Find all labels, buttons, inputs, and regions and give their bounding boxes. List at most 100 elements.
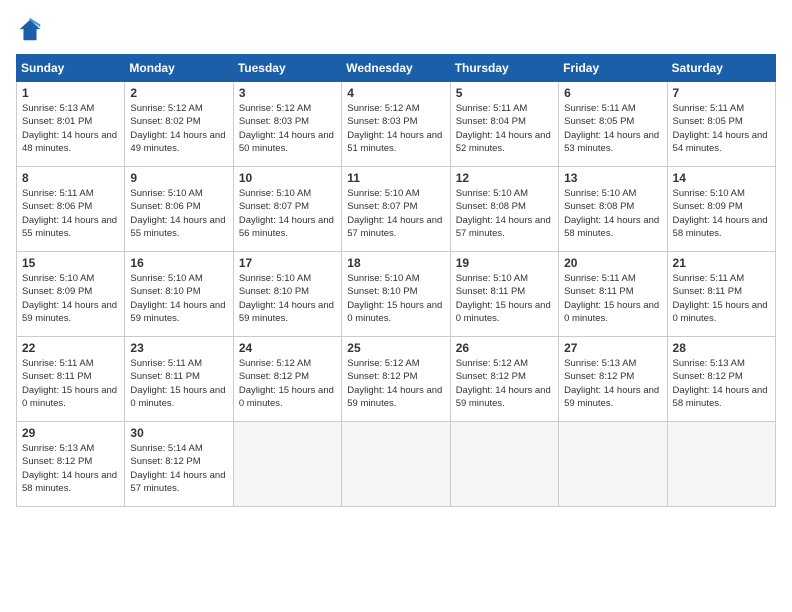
day-info: Sunrise: 5:12 AMSunset: 8:12 PMDaylight:…: [239, 357, 336, 410]
calendar-cell: 24 Sunrise: 5:12 AMSunset: 8:12 PMDayligh…: [233, 337, 341, 422]
calendar-cell: 17 Sunrise: 5:10 AMSunset: 8:10 PMDayligh…: [233, 252, 341, 337]
calendar-cell: 23Sunrise: 5:11 AMSunset: 8:11 PMDayligh…: [125, 337, 233, 422]
day-number: 7: [673, 86, 770, 100]
day-info: Sunrise: 5:10 AMSunset: 8:10 PMDaylight:…: [239, 272, 336, 325]
day-info: Sunrise: 5:10 AMSunset: 8:08 PMDaylight:…: [564, 187, 661, 240]
day-info: Sunrise: 5:10 AMSunset: 8:10 PMDaylight:…: [347, 272, 444, 325]
day-number: 10: [239, 171, 336, 185]
calendar-cell: 25Sunrise: 5:12 AMSunset: 8:12 PMDayligh…: [342, 337, 450, 422]
calendar-cell: 13 Sunrise: 5:10 AMSunset: 8:08 PMDayligh…: [559, 167, 667, 252]
day-info: Sunrise: 5:12 AMSunset: 8:03 PMDaylight:…: [239, 102, 336, 155]
calendar-cell: 5 Sunrise: 5:11 AMSunset: 8:04 PMDaylight…: [450, 82, 558, 167]
calendar-cell: [450, 422, 558, 507]
calendar-cell: 29 Sunrise: 5:13 AMSunset: 8:12 PMDayligh…: [17, 422, 125, 507]
day-number: 28: [673, 341, 770, 355]
calendar-cell: 30 Sunrise: 5:14 AMSunset: 8:12 PMDayligh…: [125, 422, 233, 507]
day-info: Sunrise: 5:11 AMSunset: 8:05 PMDaylight:…: [564, 102, 661, 155]
day-info: Sunrise: 5:10 AMSunset: 8:08 PMDaylight:…: [456, 187, 553, 240]
day-info: Sunrise: 5:13 AMSunset: 8:12 PMDaylight:…: [673, 357, 770, 410]
day-number: 24: [239, 341, 336, 355]
day-number: 25: [347, 341, 444, 355]
calendar-cell: 14Sunrise: 5:10 AMSunset: 8:09 PMDayligh…: [667, 167, 775, 252]
day-number: 17: [239, 256, 336, 270]
day-info: Sunrise: 5:13 AMSunset: 8:12 PMDaylight:…: [22, 442, 119, 495]
day-info: Sunrise: 5:10 AMSunset: 8:07 PMDaylight:…: [239, 187, 336, 240]
calendar-table: SundayMondayTuesdayWednesdayThursdayFrid…: [16, 54, 776, 507]
calendar-cell: 21 Sunrise: 5:11 AMSunset: 8:11 PMDayligh…: [667, 252, 775, 337]
day-info: Sunrise: 5:11 AMSunset: 8:11 PMDaylight:…: [673, 272, 770, 325]
day-number: 29: [22, 426, 119, 440]
day-info: Sunrise: 5:11 AMSunset: 8:04 PMDaylight:…: [456, 102, 553, 155]
calendar-cell: 12 Sunrise: 5:10 AMSunset: 8:08 PMDayligh…: [450, 167, 558, 252]
calendar-cell: 26 Sunrise: 5:12 AMSunset: 8:12 PMDayligh…: [450, 337, 558, 422]
calendar-cell: 7 Sunrise: 5:11 AMSunset: 8:05 PMDaylight…: [667, 82, 775, 167]
day-number: 2: [130, 86, 227, 100]
day-number: 18: [347, 256, 444, 270]
calendar-cell: [667, 422, 775, 507]
day-number: 4: [347, 86, 444, 100]
day-info: Sunrise: 5:10 AMSunset: 8:09 PMDaylight:…: [673, 187, 770, 240]
day-number: 16: [130, 256, 227, 270]
day-info: Sunrise: 5:12 AMSunset: 8:12 PMDaylight:…: [456, 357, 553, 410]
day-number: 15: [22, 256, 119, 270]
calendar-cell: 1 Sunrise: 5:13 AMSunset: 8:01 PMDaylight…: [17, 82, 125, 167]
day-number: 26: [456, 341, 553, 355]
day-number: 27: [564, 341, 661, 355]
calendar-cell: 9 Sunrise: 5:10 AMSunset: 8:06 PMDaylight…: [125, 167, 233, 252]
calendar-header-row: SundayMondayTuesdayWednesdayThursdayFrid…: [17, 55, 776, 82]
day-info: Sunrise: 5:12 AMSunset: 8:03 PMDaylight:…: [347, 102, 444, 155]
calendar-cell: 8 Sunrise: 5:11 AMSunset: 8:06 PMDaylight…: [17, 167, 125, 252]
calendar-cell: 20 Sunrise: 5:11 AMSunset: 8:11 PMDayligh…: [559, 252, 667, 337]
calendar-header-tuesday: Tuesday: [233, 55, 341, 82]
calendar-week-5: 29 Sunrise: 5:13 AMSunset: 8:12 PMDayligh…: [17, 422, 776, 507]
calendar-cell: 22Sunrise: 5:11 AMSunset: 8:11 PMDayligh…: [17, 337, 125, 422]
day-number: 13: [564, 171, 661, 185]
calendar-header-wednesday: Wednesday: [342, 55, 450, 82]
calendar-cell: 2Sunrise: 5:12 AMSunset: 8:02 PMDaylight…: [125, 82, 233, 167]
day-info: Sunrise: 5:14 AMSunset: 8:12 PMDaylight:…: [130, 442, 227, 495]
day-info: Sunrise: 5:11 AMSunset: 8:05 PMDaylight:…: [673, 102, 770, 155]
day-number: 21: [673, 256, 770, 270]
calendar-header-sunday: Sunday: [17, 55, 125, 82]
calendar-cell: 27 Sunrise: 5:13 AMSunset: 8:12 PMDayligh…: [559, 337, 667, 422]
day-info: Sunrise: 5:11 AMSunset: 8:11 PMDaylight:…: [564, 272, 661, 325]
calendar-cell: [342, 422, 450, 507]
day-number: 20: [564, 256, 661, 270]
calendar-cell: 10 Sunrise: 5:10 AMSunset: 8:07 PMDayligh…: [233, 167, 341, 252]
day-number: 1: [22, 86, 119, 100]
day-number: 9: [130, 171, 227, 185]
day-info: Sunrise: 5:10 AMSunset: 8:09 PMDaylight:…: [22, 272, 119, 325]
day-number: 6: [564, 86, 661, 100]
calendar-cell: 19Sunrise: 5:10 AMSunset: 8:11 PMDayligh…: [450, 252, 558, 337]
calendar-cell: [233, 422, 341, 507]
calendar-week-3: 15 Sunrise: 5:10 AMSunset: 8:09 PMDayligh…: [17, 252, 776, 337]
day-number: 3: [239, 86, 336, 100]
day-info: Sunrise: 5:13 AMSunset: 8:12 PMDaylight:…: [564, 357, 661, 410]
day-number: 11: [347, 171, 444, 185]
calendar-cell: 28 Sunrise: 5:13 AMSunset: 8:12 PMDayligh…: [667, 337, 775, 422]
calendar-cell: 18 Sunrise: 5:10 AMSunset: 8:10 PMDayligh…: [342, 252, 450, 337]
calendar-week-1: 1 Sunrise: 5:13 AMSunset: 8:01 PMDaylight…: [17, 82, 776, 167]
calendar-cell: [559, 422, 667, 507]
day-number: 30: [130, 426, 227, 440]
day-number: 8: [22, 171, 119, 185]
calendar-body: 1 Sunrise: 5:13 AMSunset: 8:01 PMDaylight…: [17, 82, 776, 507]
day-number: 12: [456, 171, 553, 185]
calendar-cell: 15 Sunrise: 5:10 AMSunset: 8:09 PMDayligh…: [17, 252, 125, 337]
calendar-header-thursday: Thursday: [450, 55, 558, 82]
day-number: 19: [456, 256, 553, 270]
day-info: Sunrise: 5:10 AMSunset: 8:06 PMDaylight:…: [130, 187, 227, 240]
calendar-cell: 3 Sunrise: 5:12 AMSunset: 8:03 PMDaylight…: [233, 82, 341, 167]
day-info: Sunrise: 5:11 AMSunset: 8:06 PMDaylight:…: [22, 187, 119, 240]
day-info: Sunrise: 5:10 AMSunset: 8:10 PMDaylight:…: [130, 272, 227, 325]
calendar-cell: 11Sunrise: 5:10 AMSunset: 8:07 PMDayligh…: [342, 167, 450, 252]
day-number: 5: [456, 86, 553, 100]
calendar-cell: 6 Sunrise: 5:11 AMSunset: 8:05 PMDaylight…: [559, 82, 667, 167]
calendar-cell: 16 Sunrise: 5:10 AMSunset: 8:10 PMDayligh…: [125, 252, 233, 337]
day-info: Sunrise: 5:13 AMSunset: 8:01 PMDaylight:…: [22, 102, 119, 155]
logo-icon: [16, 16, 44, 44]
day-number: 23: [130, 341, 227, 355]
day-info: Sunrise: 5:11 AMSunset: 8:11 PMDaylight:…: [22, 357, 119, 410]
calendar-cell: 4 Sunrise: 5:12 AMSunset: 8:03 PMDaylight…: [342, 82, 450, 167]
calendar-week-4: 22Sunrise: 5:11 AMSunset: 8:11 PMDayligh…: [17, 337, 776, 422]
